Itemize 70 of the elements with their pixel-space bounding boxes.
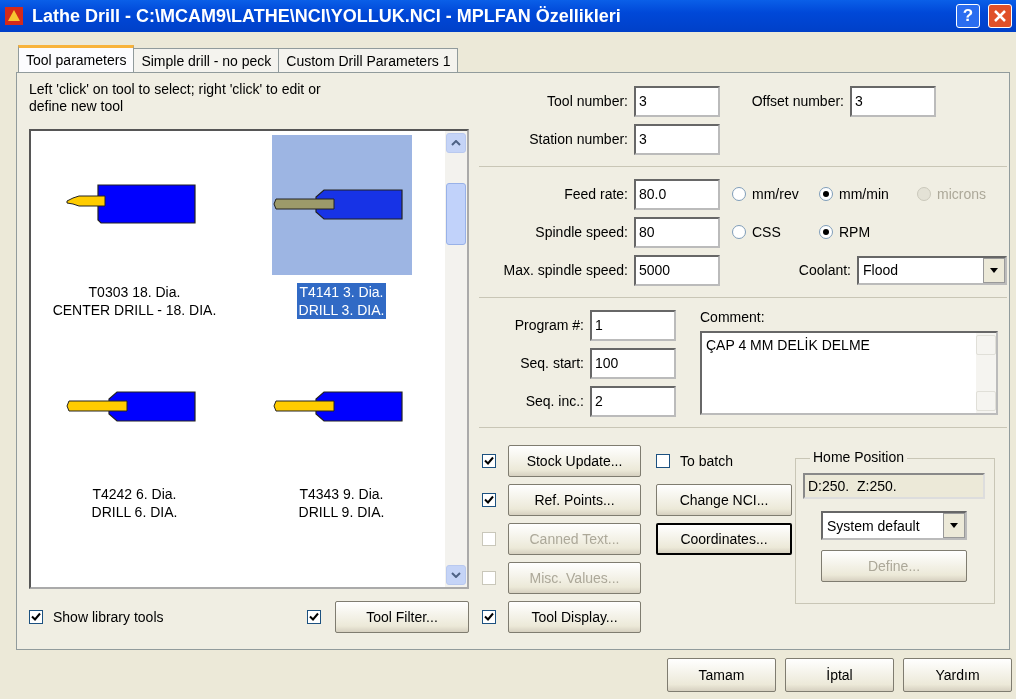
field-label: Coolant: xyxy=(798,262,852,278)
radio-button[interactable] xyxy=(819,225,833,239)
scrollbar[interactable] xyxy=(445,131,467,587)
checkbox-label: To batch xyxy=(680,452,733,469)
number-field[interactable]: 2 xyxy=(590,385,676,417)
checkbox[interactable] xyxy=(656,453,670,468)
field-label: Max. spindle speed: xyxy=(502,262,629,278)
checkbox-label: Show library tools xyxy=(53,609,164,625)
tab[interactable]: Custom Drill Parameters 1 xyxy=(278,48,459,72)
scroll-thumb[interactable] xyxy=(446,183,466,245)
coolant-dropdown[interactable]: Flood xyxy=(857,255,1007,285)
radio-label: CSS xyxy=(752,224,781,240)
help-button[interactable]: ? xyxy=(956,4,980,28)
scroll-up-icon[interactable] xyxy=(451,140,461,146)
dialog-button[interactable]: Tamam xyxy=(667,658,776,692)
tool-number-field[interactable]: 3 xyxy=(634,85,720,117)
checkbox[interactable] xyxy=(29,610,43,624)
radio-label: mm/min xyxy=(839,186,889,202)
checkbox[interactable] xyxy=(482,453,496,468)
field-label: Feed rate: xyxy=(563,186,629,202)
checkbox[interactable] xyxy=(482,492,496,507)
app-icon xyxy=(4,6,24,26)
number-field[interactable]: 1 xyxy=(590,309,676,341)
nci-button[interactable]: Coordinates... xyxy=(656,522,792,555)
field-label: Spindle speed: xyxy=(534,224,629,240)
spindle-speed-field[interactable]: 80 xyxy=(634,216,720,248)
field-label: Offset number: xyxy=(750,93,845,109)
dialog-button[interactable]: İptal xyxy=(785,658,894,692)
dropdown-arrow-icon xyxy=(950,523,958,528)
field-label: Program #: xyxy=(513,317,585,333)
option-button[interactable]: Tool Display... xyxy=(508,600,641,633)
radio-label: mm/rev xyxy=(752,186,799,202)
radio-label: RPM xyxy=(839,224,871,240)
number-field[interactable]: 100 xyxy=(590,347,676,379)
offset-number-field[interactable]: 3 xyxy=(850,85,936,117)
option-button[interactable]: Ref. Points... xyxy=(508,483,641,516)
nci-button[interactable]: Change NCI... xyxy=(656,483,792,516)
instruction-text: Left 'click' on tool to select; right 'click' to edit or define new tool xyxy=(29,81,322,116)
home-position-field: D:250. Z:250. xyxy=(803,473,985,499)
home-mode-dropdown[interactable]: System default xyxy=(821,511,967,540)
group-title: Home Position xyxy=(810,449,908,465)
checkbox[interactable] xyxy=(307,610,321,624)
window-title: Lathe Drill - C:\MCAM9\LATHE\NCI\YOLLUK.NCI - MPLFAN Özellikleri xyxy=(32,5,622,27)
radio-button[interactable] xyxy=(819,187,833,201)
feed-rate-field[interactable]: 80.0 xyxy=(634,178,720,210)
field-label: Station number: xyxy=(528,131,629,147)
radio-button[interactable] xyxy=(732,187,746,201)
field-label: Seq. start: xyxy=(519,355,585,371)
dropdown-arrow-icon xyxy=(990,267,998,273)
tool-label: T4242 6. Dia. DRILL 6. DIA. xyxy=(90,485,179,521)
field-label: Tool number: xyxy=(546,93,629,109)
field-label: Seq. inc.: xyxy=(524,393,585,409)
tool-label: T0303 18. Dia. CENTER DRILL - 18. DIA. xyxy=(51,283,218,319)
option-button[interactable]: Stock Update... xyxy=(508,444,641,477)
max-spindle-speed-field[interactable]: 5000 xyxy=(634,254,720,286)
tool-label: T4343 9. Dia. DRILL 9. DIA. xyxy=(297,485,386,521)
tool-label: T4141 3. Dia. DRILL 3. DIA. xyxy=(296,283,387,319)
tool-filter-button[interactable]: Tool Filter... xyxy=(335,601,469,633)
scroll-down-icon[interactable] xyxy=(451,572,461,578)
field-label: Comment: xyxy=(700,309,766,327)
close-icon[interactable] xyxy=(988,4,1012,28)
tab[interactable]: Tool parameters xyxy=(18,45,135,72)
tab[interactable]: Simple drill - no peck xyxy=(133,48,280,72)
comment-field[interactable]: ÇAP 4 MM DELİK DELME xyxy=(700,331,998,415)
radio-label: microns xyxy=(937,186,986,202)
tool-item[interactable] xyxy=(271,135,412,275)
radio-button[interactable] xyxy=(732,225,746,239)
station-number-field[interactable]: 3 xyxy=(634,123,720,155)
checkbox[interactable] xyxy=(482,609,496,624)
dialog-button[interactable]: Yardım xyxy=(903,658,1012,692)
